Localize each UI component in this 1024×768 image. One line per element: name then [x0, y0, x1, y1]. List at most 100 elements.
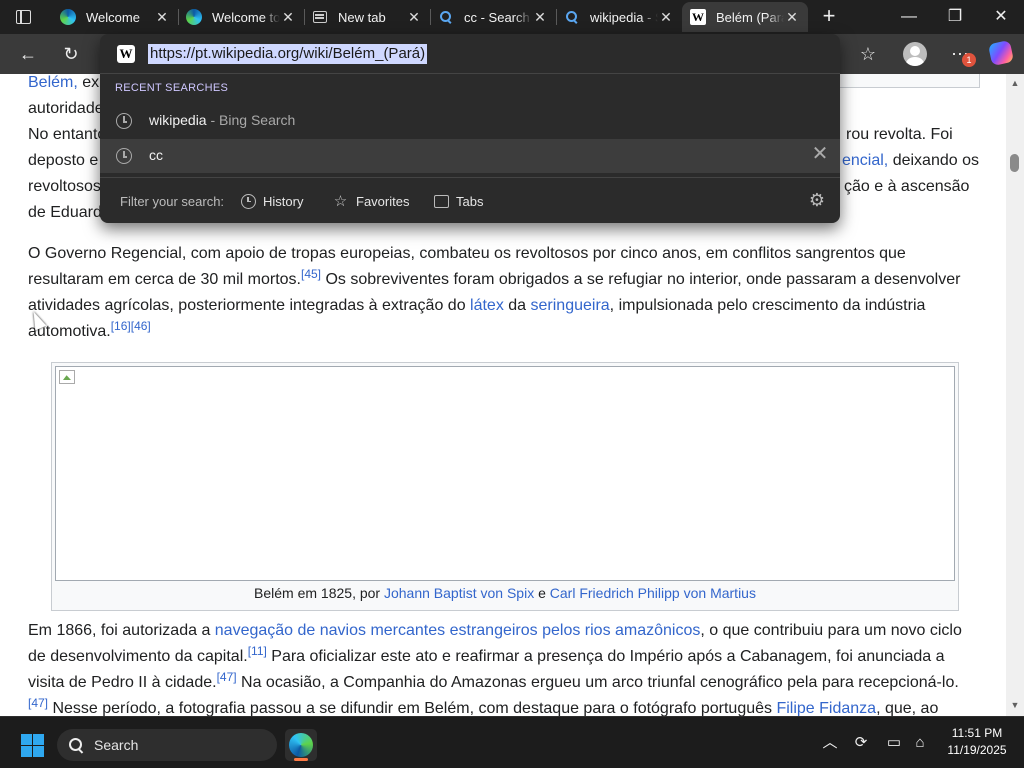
link-seringueira[interactable]: seringueira [531, 297, 610, 314]
suggestion-wikipedia[interactable]: wikipedia - Bing Search [100, 104, 840, 138]
address-bar-dropdown: W https://pt.wikipedia.org/wiki/Belém_(P… [100, 34, 840, 223]
remove-suggestion-close-icon[interactable]: ✕ [810, 144, 830, 164]
favorites-button[interactable]: ☆ [853, 40, 883, 68]
caption-text: Belém em 1825, por [254, 585, 384, 601]
article-text: , que, ao [876, 700, 939, 716]
search-icon [438, 9, 454, 25]
tab-strip: Welcome ✕ Welcome to ✕ New tab ✕ cc - Se… [0, 0, 1024, 34]
new-tab-button[interactable]: + [818, 5, 840, 27]
article-text: Na ocasião, a Companhia do Amazonas ergu… [236, 674, 959, 691]
tab-actions-menu-button[interactable] [12, 8, 36, 26]
reference-link[interactable]: [47] [28, 696, 48, 710]
display-icon[interactable]: ▭ [884, 733, 904, 753]
tab-title: Welcome to [212, 9, 280, 25]
filter-favorites-button[interactable]: ☆ Favorites [332, 192, 410, 210]
scrollbar-thumb[interactable] [1010, 154, 1019, 172]
tab-close-icon[interactable]: ✕ [154, 9, 170, 26]
paragraph-line: ção e à ascensão [844, 174, 974, 200]
suggestion-text: cc [149, 147, 163, 163]
close-window-button[interactable]: ✕ [978, 4, 1024, 30]
tab-close-icon[interactable]: ✕ [280, 9, 296, 26]
edge-icon [60, 9, 76, 25]
article-text: Em 1866, foi autorizada a [28, 622, 215, 639]
suggestion-subtext: - Bing Search [210, 112, 296, 128]
tab-belem-para[interactable]: W Belém (Pará ✕ [682, 2, 808, 32]
reference-link[interactable]: [16] [111, 319, 131, 333]
back-button[interactable]: ← [13, 40, 43, 68]
history-icon [116, 148, 132, 164]
network-icon[interactable]: ⌂ [910, 733, 930, 753]
tab-actions-icon [16, 10, 31, 24]
clock-time: 11:51 PM [951, 726, 1003, 740]
reference-link[interactable]: [11] [248, 644, 267, 658]
link-filipe-fidanza[interactable]: Filipe Fidanza [776, 700, 876, 716]
article-paragraph-1866: Em 1866, foi autorizada a navegação de n… [28, 618, 968, 716]
link-martius[interactable]: Carl Friedrich Philipp von Martius [550, 585, 756, 601]
tab-close-icon[interactable]: ✕ [532, 9, 548, 26]
article-text: da [503, 297, 531, 314]
tab-close-icon[interactable]: ✕ [658, 9, 674, 26]
wikipedia-icon: W [690, 9, 706, 25]
tab-cc-search[interactable]: cc - Search ✕ [430, 2, 556, 32]
article-link[interactable]: Belém, [28, 74, 78, 91]
taskbar-clock[interactable]: 11:51 PM 11/19/2025 [942, 725, 1012, 759]
filter-label: History [263, 193, 304, 209]
gear-icon[interactable]: ⚙ [808, 191, 826, 209]
scroll-up-arrow-icon[interactable]: ▲ [1009, 78, 1021, 88]
sync-icon[interactable]: ⟳ [851, 733, 871, 753]
notification-badge: 1 [962, 53, 976, 67]
tab-wikipedia-search[interactable]: wikipedia - S ✕ [556, 2, 682, 32]
address-bar[interactable]: W https://pt.wikipedia.org/wiki/Belém_(P… [100, 34, 840, 74]
caption-text: e [534, 585, 550, 601]
article-text: Nesse período, a fotografia passou a se … [48, 700, 777, 716]
tab-title: Belém (Pará [716, 9, 784, 25]
article-text: rou revolta. Foi [846, 126, 953, 143]
tab-title: cc - Search [464, 9, 530, 25]
tab-welcome[interactable]: Welcome ✕ [52, 2, 178, 32]
filter-tabs-button[interactable]: Tabs [434, 192, 483, 210]
filter-label: Favorites [356, 193, 410, 209]
restore-button[interactable]: ❐ [932, 4, 978, 30]
article-figure: Belém em 1825, por Johann Baptist von Sp… [51, 362, 959, 611]
tab-welcome-to[interactable]: Welcome to ✕ [178, 2, 304, 32]
article-text: ex [82, 74, 100, 91]
tab-close-icon[interactable]: ✕ [784, 9, 800, 26]
article-link[interactable]: encial, [842, 152, 888, 169]
page-scrollbar[interactable]: ▲ ▼ [1006, 74, 1024, 716]
wikipedia-icon: W [117, 45, 135, 63]
suggestion-cc[interactable]: cc ✕ [100, 139, 840, 173]
reference-link[interactable]: [47] [217, 670, 237, 684]
paragraph-line: encial, deixando os [842, 148, 992, 174]
address-bar-url[interactable]: https://pt.wikipedia.org/wiki/Belém_(Par… [148, 44, 428, 64]
article-text: autoridade [28, 100, 104, 117]
clock-date: 11/19/2025 [947, 743, 1007, 757]
reference-link[interactable]: [46] [131, 319, 151, 333]
chevron-up-icon[interactable]: ︿ [820, 733, 840, 753]
article-text: No entanto [28, 126, 107, 143]
tab-close-icon[interactable]: ✕ [406, 9, 422, 26]
filter-history-button[interactable]: History [241, 192, 303, 210]
tab-title: Welcome [86, 9, 140, 25]
refresh-button[interactable]: ↻ [56, 40, 86, 68]
windows-taskbar: Search ︿ ⟳ ▭ ⌂ 11:51 PM 11/19/2025 [0, 716, 1024, 768]
reference-link[interactable]: [45] [301, 267, 321, 281]
divider [100, 177, 840, 178]
start-button-windows-icon[interactable] [21, 734, 44, 757]
link-spix[interactable]: Johann Baptist von Spix [384, 585, 534, 601]
article-text: ção e à ascensão [844, 178, 970, 195]
taskbar-search-box[interactable]: Search [57, 729, 277, 761]
tab-title: New tab [338, 9, 386, 25]
scroll-down-arrow-icon[interactable]: ▼ [1009, 700, 1021, 710]
tab-new-tab[interactable]: New tab ✕ [304, 2, 430, 32]
taskbar-edge-button[interactable] [285, 729, 317, 761]
edge-icon [186, 9, 202, 25]
search-icon [564, 9, 580, 25]
figure-image-placeholder[interactable] [55, 366, 955, 581]
profile-avatar[interactable] [903, 42, 927, 66]
link-navegacao[interactable]: navegação de navios mercantes estrangeir… [215, 622, 701, 639]
link-latex[interactable]: látex [470, 297, 504, 314]
recent-searches-header: RECENT SEARCHES [115, 82, 229, 94]
minimize-button[interactable]: — [886, 4, 932, 30]
search-icon [69, 738, 83, 752]
suggestion-text: wikipedia [149, 112, 207, 128]
